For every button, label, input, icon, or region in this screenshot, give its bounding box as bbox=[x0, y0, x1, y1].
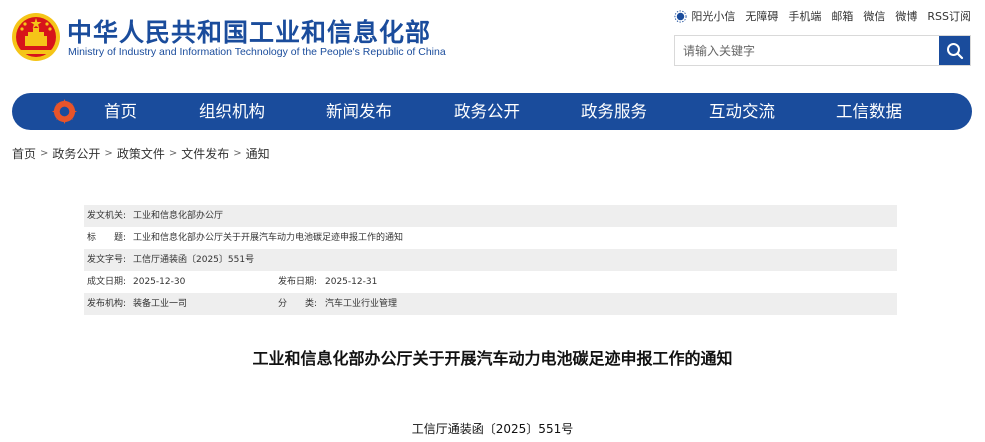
meta-issuer: 工业和信息化部办公厅 bbox=[133, 211, 224, 221]
nav-item-organization[interactable]: 组织机构 bbox=[199, 93, 265, 130]
nav-item-government-services[interactable]: 政务服务 bbox=[581, 93, 647, 130]
meta-row-dates: 成文日期: 2025-12-30 发布日期: 2025-12-31 bbox=[84, 271, 897, 293]
meta-row-issuer: 发文机关: 工业和信息化部办公厅 bbox=[84, 205, 897, 227]
document-metadata: 发文机关: 工业和信息化部办公厅 标 题: 工业和信息化部办公厅关于开展汽车动力… bbox=[84, 205, 897, 315]
site-header: 中华人民共和国工业和信息化部 Ministry of Industry and … bbox=[0, 0, 985, 90]
meta-label: 分 类: bbox=[278, 299, 318, 309]
nav-item-data[interactable]: 工信数据 bbox=[836, 93, 902, 130]
meta-pub-date: 2025-12-31 bbox=[325, 277, 378, 287]
breadcrumb-separator-icon: > bbox=[168, 148, 178, 159]
breadcrumb-document-release[interactable]: 文件发布 bbox=[181, 145, 229, 162]
search-icon bbox=[946, 42, 963, 59]
breadcrumb-separator-icon: > bbox=[233, 148, 242, 159]
meta-row-number: 发文字号: 工信厅通装函〔2025〕551号 bbox=[84, 249, 897, 271]
meta-row-title: 标 题: 工业和信息化部办公厅关于开展汽车动力电池碳足迹申报工作的通知 bbox=[84, 227, 897, 249]
nav-item-interaction[interactable]: 互动交流 bbox=[709, 93, 775, 130]
search-input[interactable] bbox=[675, 36, 939, 65]
meta-label: 发文字号: bbox=[87, 255, 127, 265]
nav-item-news[interactable]: 新闻发布 bbox=[326, 93, 392, 130]
meta-category: 汽车工业行业管理 bbox=[325, 299, 398, 309]
meta-row-org: 发布机构: 装备工业一司 分 类: 汽车工业行业管理 bbox=[84, 293, 897, 315]
top-link-accessibility[interactable]: 无障碍 bbox=[745, 8, 778, 24]
nav-logo-icon[interactable] bbox=[51, 98, 78, 125]
top-link-label: 阳光小信 bbox=[691, 10, 736, 23]
meta-label: 发布机构: bbox=[87, 299, 127, 309]
search-button[interactable] bbox=[939, 36, 970, 65]
breadcrumb-separator-icon: > bbox=[104, 148, 113, 159]
breadcrumb: 首页 > 政务公开 > 政策文件 > 文件发布 > 通知 bbox=[12, 145, 270, 162]
search-box bbox=[674, 35, 971, 66]
top-link-wechat[interactable]: 微信 bbox=[863, 8, 885, 24]
top-link-rss[interactable]: RSS订阅 bbox=[927, 8, 971, 24]
national-emblem-icon[interactable] bbox=[11, 12, 61, 62]
nav-item-home[interactable]: 首页 bbox=[104, 93, 137, 130]
meta-label: 标 题: bbox=[87, 233, 127, 243]
top-link-email[interactable]: 邮箱 bbox=[831, 8, 853, 24]
top-link-weibo[interactable]: 微博 bbox=[895, 8, 917, 24]
breadcrumb-home[interactable]: 首页 bbox=[12, 145, 36, 162]
document-number: 工信厅通装函〔2025〕551号 bbox=[411, 422, 574, 436]
top-link-sunshine[interactable]: 阳光小信 bbox=[674, 8, 735, 24]
main-nav: 首页 组织机构 新闻发布 政务公开 政务服务 互动交流 工信数据 bbox=[12, 93, 972, 130]
meta-org: 装备工业一司 bbox=[133, 299, 188, 309]
nav-item-government-affairs[interactable]: 政务公开 bbox=[454, 93, 520, 130]
meta-date: 2025-12-30 bbox=[133, 277, 186, 287]
breadcrumb-separator-icon: > bbox=[40, 148, 49, 159]
top-links: 阳光小信 无障碍 手机端 邮箱 微信 微博 RSS订阅 bbox=[674, 8, 971, 24]
meta-label: 成文日期: bbox=[87, 277, 127, 287]
document-title: 工业和信息化部办公厅关于开展汽车动力电池碳足迹申报工作的通知 bbox=[252, 349, 733, 368]
breadcrumb-notice[interactable]: 通知 bbox=[246, 145, 270, 162]
site-title[interactable]: 中华人民共和国工业和信息化部 bbox=[67, 13, 431, 49]
breadcrumb-government-affairs[interactable]: 政务公开 bbox=[52, 145, 100, 162]
meta-title: 工业和信息化部办公厅关于开展汽车动力电池碳足迹申报工作的通知 bbox=[133, 233, 404, 243]
top-link-mobile[interactable]: 手机端 bbox=[788, 8, 821, 24]
meta-label: 发布日期: bbox=[278, 277, 318, 287]
breadcrumb-policy-documents[interactable]: 政策文件 bbox=[117, 145, 165, 162]
site-subtitle: Ministry of Industry and Information Tec… bbox=[68, 46, 446, 58]
sun-icon bbox=[674, 9, 687, 23]
meta-number: 工信厅通装函〔2025〕551号 bbox=[133, 255, 255, 265]
meta-label: 发文机关: bbox=[87, 211, 127, 221]
